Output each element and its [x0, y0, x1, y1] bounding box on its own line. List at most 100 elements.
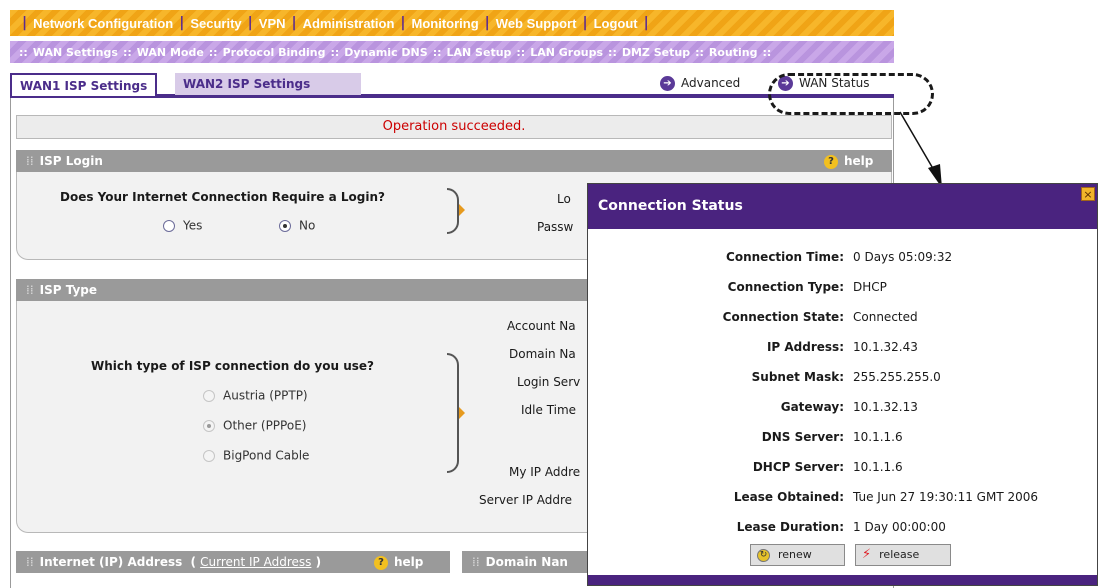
other-pppoe-radio[interactable] [203, 419, 215, 432]
subnav-separator: :: [608, 45, 617, 59]
status-value: DHCP [853, 280, 887, 294]
status-value: 10.1.32.43 [853, 340, 918, 354]
nav-network-configuration[interactable]: Network Configuration [33, 16, 173, 31]
current-ip-link[interactable]: Current IP Address [200, 555, 311, 569]
status-row: IP Address: 10.1.32.43 [588, 340, 1097, 360]
status-row: Subnet Mask: 255.255.255.0 [588, 370, 1097, 390]
status-value: 10.1.1.6 [853, 460, 903, 474]
subnav-dmz-setup[interactable]: DMZ Setup [622, 46, 690, 59]
login-no-option[interactable]: No [279, 218, 315, 233]
login-yes-option[interactable]: Yes [163, 218, 202, 233]
subnav-wan-settings[interactable]: WAN Settings [33, 46, 118, 59]
help-label: help [844, 154, 874, 168]
austria-label: Austria (PPTP) [223, 388, 308, 403]
status-label: Lease Duration: [736, 520, 844, 534]
tab-wan2-isp-settings[interactable]: WAN2 ISP Settings [175, 73, 361, 95]
subnav-routing[interactable]: Routing [709, 46, 758, 59]
grip-icon: ⁞⁞ [26, 154, 34, 168]
isp-option-other[interactable]: Other (PPPoE) [203, 418, 306, 433]
brace-divider [447, 188, 459, 234]
nav-logout[interactable]: Logout [594, 16, 638, 31]
status-row: Connection State: Connected [588, 310, 1097, 330]
help-icon: ? [374, 555, 388, 570]
status-value: 10.1.32.13 [853, 400, 918, 414]
status-label: DNS Server: [761, 430, 844, 444]
status-row: Connection Type: DHCP [588, 280, 1097, 300]
nav-monitoring[interactable]: Monitoring [412, 16, 479, 31]
subnav-protocol-binding[interactable]: Protocol Binding [223, 46, 326, 59]
advanced-link[interactable]: ➔ Advanced [660, 76, 740, 91]
login-question: Does Your Internet Connection Require a … [60, 190, 385, 204]
nav-vpn[interactable]: VPN [259, 16, 286, 31]
link-paren-open: ( [190, 555, 196, 569]
tab-row: WAN1 ISP Settings WAN2 ISP Settings ➔ Adv… [10, 70, 894, 98]
status-row: Gateway: 10.1.32.13 [588, 400, 1097, 420]
status-row: Lease Obtained: Tue Jun 27 19:30:11 GMT … [588, 490, 1097, 510]
isp-type-question: Which type of ISP connection do you use? [91, 359, 375, 373]
renew-button[interactable]: ↻ renew [750, 544, 845, 566]
subnav-separator: :: [516, 45, 526, 59]
isp-login-header: ⁞⁞ ISP Login ? help [16, 150, 892, 172]
nav-security[interactable]: Security [190, 16, 241, 31]
status-row: DNS Server: 10.1.1.6 [588, 430, 1097, 450]
nav-separator: | [400, 15, 406, 31]
bigpond-radio[interactable] [203, 449, 215, 462]
nav-web-support[interactable]: Web Support [496, 16, 577, 31]
my-ip-address-label: My IP Addre [509, 465, 581, 479]
help-label: help [394, 555, 424, 569]
tab-wan1-isp-settings[interactable]: WAN1 ISP Settings [10, 73, 158, 96]
status-row: Connection Time: 0 Days 05:09:32 [588, 250, 1097, 270]
login-server-label: Login Serv [517, 375, 581, 389]
isp-option-austria[interactable]: Austria (PPTP) [203, 388, 308, 403]
subnav-wan-mode[interactable]: WAN Mode [137, 46, 204, 59]
grip-icon: ⁞⁞ [26, 555, 34, 569]
subnav-lan-setup[interactable]: LAN Setup [447, 46, 512, 59]
password-field-label: Passw [537, 220, 574, 234]
internet-ip-header: ⁞⁞ Internet (IP) Address ( Current IP Add… [16, 551, 450, 573]
subnav-lan-groups[interactable]: LAN Groups [530, 46, 603, 59]
subnav-separator: :: [19, 45, 28, 59]
callout-arrow [899, 111, 942, 188]
status-value: 10.1.1.6 [853, 430, 903, 444]
internet-ip-help[interactable]: ? help [374, 551, 423, 573]
login-no-radio[interactable] [279, 219, 291, 232]
connection-status-popup: Connection Status × Connection Time: 0 D… [587, 183, 1098, 586]
status-value: Connected [853, 310, 918, 324]
isp-type-title: ISP Type [39, 283, 98, 297]
login-yes-label: Yes [183, 218, 203, 233]
isp-login-help[interactable]: ? help [824, 150, 873, 172]
wan-status-callout [768, 73, 934, 115]
renew-label: renew [778, 548, 812, 561]
isp-login-title: ISP Login [39, 154, 103, 168]
nav-administration[interactable]: Administration [303, 16, 395, 31]
subnav-dynamic-dns[interactable]: Dynamic DNS [344, 46, 427, 59]
other-pppoe-label: Other (PPPoE) [223, 418, 307, 433]
help-icon: ? [824, 154, 838, 169]
status-label: Subnet Mask: [751, 370, 844, 384]
sub-nav: :: WAN Settings :: WAN Mode :: Protocol … [10, 41, 894, 63]
popup-footer-bar [588, 575, 1097, 585]
isp-option-bigpond[interactable]: BigPond Cable [203, 448, 309, 463]
brace-divider [447, 353, 459, 473]
subnav-separator: :: [695, 45, 704, 59]
nav-separator: | [247, 15, 253, 31]
top-nav: | Network Configuration | Security | VPN… [10, 10, 894, 36]
login-no-label: No [299, 218, 316, 233]
austria-radio[interactable] [203, 389, 215, 402]
pointer-arrow [459, 204, 465, 216]
domain-name-title: Domain Nan [485, 555, 568, 569]
login-yes-radio[interactable] [163, 219, 175, 232]
link-paren-close: ) [315, 555, 322, 569]
nav-separator: | [643, 15, 649, 31]
status-label: Lease Obtained: [733, 490, 844, 504]
login-field-label: Lo [557, 192, 571, 206]
status-row: Lease Duration: 1 Day 00:00:00 [588, 520, 1097, 540]
renew-icon: ↻ [757, 548, 770, 562]
release-button[interactable]: ⚡ release [855, 544, 951, 566]
server-ip-address-label: Server IP Addre [479, 493, 573, 507]
status-label: DHCP Server: [752, 460, 844, 474]
pointer-arrow [459, 407, 465, 419]
nav-separator: | [22, 15, 28, 31]
status-label: Gateway: [780, 400, 844, 414]
close-icon[interactable]: × [1081, 187, 1095, 201]
